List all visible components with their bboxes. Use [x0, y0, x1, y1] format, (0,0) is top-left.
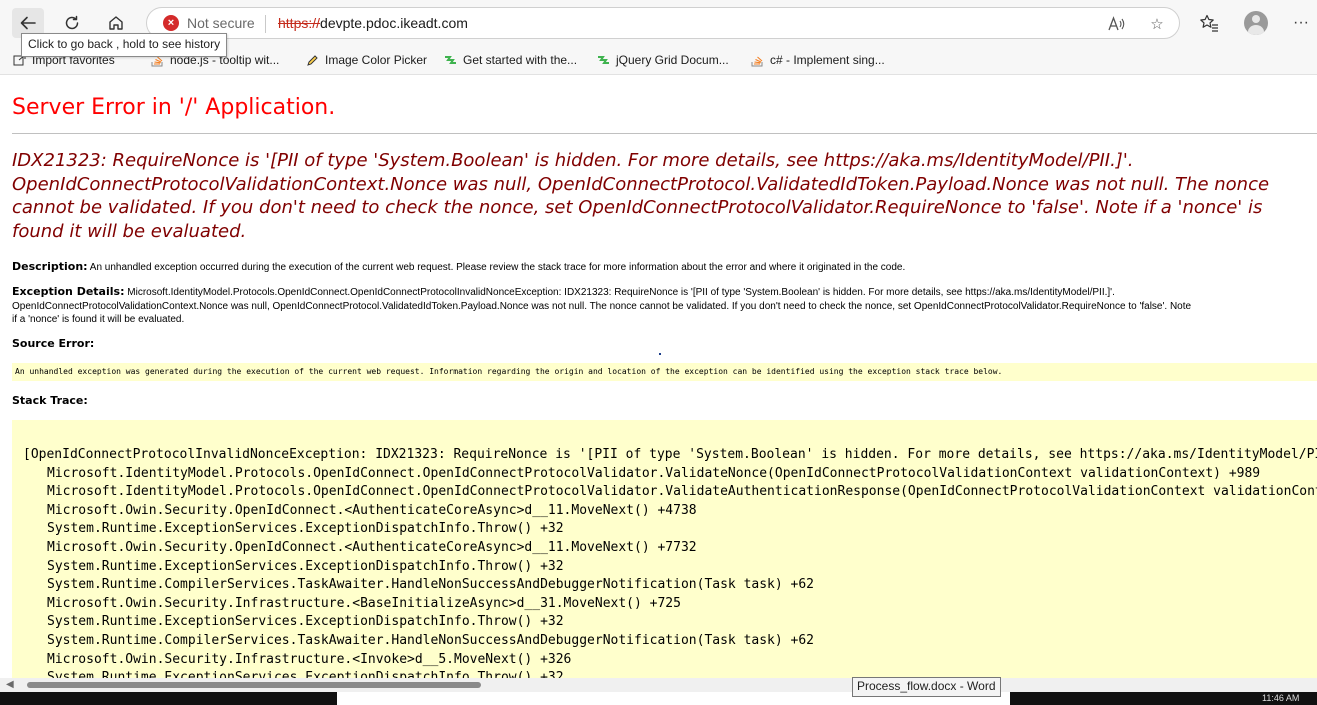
source-error-label: Source Error:: [12, 337, 95, 350]
taskbar: 11:46 AM: [0, 692, 1317, 705]
favorite-label: jQuery Grid Docum...: [616, 53, 729, 67]
stray-dot: [659, 353, 661, 355]
url-protocol: https://: [278, 15, 321, 31]
refresh-icon: [63, 14, 81, 32]
exception-line: OpenIdConnectProtocolValidationContext.N…: [12, 300, 1192, 312]
pen-icon: [305, 53, 319, 67]
page-title: Server Error in '/' Application.: [12, 95, 336, 120]
page-content: Server Error in '/' Application. IDX2132…: [0, 75, 1317, 680]
more-icon[interactable]: ···: [1290, 12, 1312, 34]
description: Description: An unhandled exception occu…: [12, 260, 1317, 275]
stack-line: Microsoft.Owin.Security.Infrastructure.<…: [47, 651, 572, 667]
source-error-text: An unhandled exception was generated dur…: [15, 367, 1003, 376]
exception-details: Exception Details: Microsoft.IdentityMod…: [12, 285, 1317, 327]
title-divider: [12, 133, 1317, 134]
error-message-line: cannot be validated. If you don't need t…: [12, 197, 1263, 218]
favorite-star-icon[interactable]: ☆: [1147, 14, 1167, 34]
stack-line: System.Runtime.ExceptionServices.Excepti…: [47, 614, 564, 630]
favorite-item-get-started[interactable]: Get started with the...: [443, 50, 577, 70]
security-label[interactable]: Not secure: [187, 15, 255, 31]
back-arrow-icon: [19, 14, 37, 32]
syncfusion-icon: [596, 53, 610, 67]
address-separator: [265, 15, 266, 33]
error-message-line: IDX21323: RequireNonce is '[PII of type …: [12, 150, 1134, 171]
stack-line: System.Runtime.CompilerServices.TaskAwai…: [47, 632, 815, 648]
scrollbar-thumb[interactable]: [27, 682, 481, 688]
favorites-icon[interactable]: [1198, 12, 1220, 34]
favorite-label: Get started with the...: [463, 53, 578, 67]
favorite-item-color-picker[interactable]: Image Color Picker: [305, 50, 427, 70]
favorite-label: c# - Implement sing...: [770, 53, 885, 67]
description-text: An unhandled exception occurred during t…: [89, 262, 906, 273]
back-tooltip: Click to go back , hold to see history: [21, 33, 228, 57]
favorite-label: Image Color Picker: [325, 53, 428, 67]
stack-line: [OpenIdConnectProtocolInvalidNonceExcept…: [23, 447, 1317, 462]
stackoverflow-icon: [750, 53, 764, 67]
stack-trace-box: [OpenIdConnectProtocolInvalidNonceExcept…: [12, 420, 1317, 680]
exception-label: Exception Details:: [12, 285, 125, 298]
syncfusion-icon: [443, 53, 457, 67]
stack-trace-label: Stack Trace:: [12, 394, 88, 407]
error-message-line: found it will be evaluated.: [12, 220, 247, 242]
stack-line: System.Runtime.ExceptionServices.Excepti…: [47, 521, 564, 537]
stack-line: System.Runtime.CompilerServices.TaskAwai…: [47, 577, 815, 593]
stack-line: System.Runtime.ExceptionServices.Excepti…: [47, 558, 564, 574]
not-secure-icon: ×: [163, 15, 179, 31]
exception-line: Microsoft.IdentityModel.Protocols.OpenId…: [127, 287, 1115, 298]
url-text[interactable]: https://devpte.pdoc.ikeadt.com: [278, 15, 468, 31]
home-icon: [107, 14, 125, 32]
stack-line: Microsoft.IdentityModel.Protocols.OpenId…: [47, 465, 1261, 481]
stack-trace: [OpenIdConnectProtocolInvalidNonceExcept…: [23, 446, 1317, 680]
scroll-left-icon[interactable]: ◀: [6, 679, 14, 690]
url-host: devpte.pdoc.ikeadt.com: [320, 15, 468, 31]
stack-line: Microsoft.Owin.Security.Infrastructure.<…: [47, 595, 681, 611]
stack-line: Microsoft.Owin.Security.OpenIdConnect.<A…: [47, 502, 697, 518]
stack-line: Microsoft.IdentityModel.Protocols.OpenId…: [47, 484, 1317, 500]
address-bar[interactable]: × Not secure https://devpte.pdoc.ikeadt.…: [146, 7, 1180, 39]
favorite-item-jquery-grid[interactable]: jQuery Grid Docum...: [596, 50, 729, 70]
taskbar-clock[interactable]: 11:46 AM: [1262, 693, 1299, 703]
profile-icon[interactable]: [1244, 11, 1268, 35]
favorite-item-csharp[interactable]: c# - Implement sing...: [750, 50, 885, 70]
word-taskbar-tooltip: Process_flow.docx - Word: [852, 677, 1001, 697]
error-message: IDX21323: RequireNonce is '[PII of type …: [12, 149, 1317, 243]
description-label: Description:: [12, 260, 88, 273]
exception-line: if a 'nonce' is found it will be evaluat…: [12, 314, 185, 325]
horizontal-scrollbar[interactable]: ◀: [0, 678, 1317, 692]
error-message-line: OpenIdConnectProtocolValidationContext.N…: [12, 173, 1270, 195]
stack-line: Microsoft.Owin.Security.OpenIdConnect.<A…: [47, 539, 697, 555]
read-aloud-icon[interactable]: [1107, 14, 1127, 34]
source-error-box: An unhandled exception was generated dur…: [12, 363, 1317, 381]
